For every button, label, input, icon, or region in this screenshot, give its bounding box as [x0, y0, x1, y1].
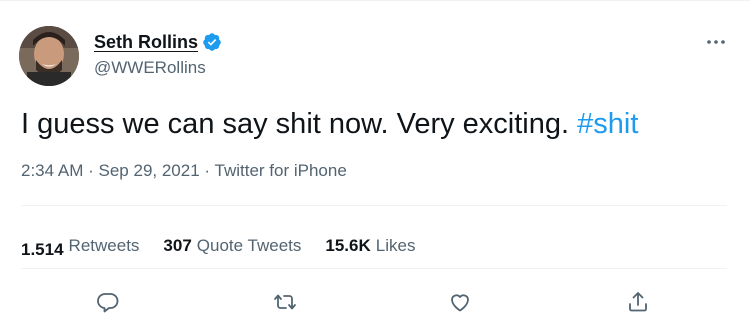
meta-separator: · — [204, 161, 211, 180]
share-button[interactable] — [620, 284, 656, 320]
retweet-icon — [274, 294, 296, 310]
more-options-button[interactable] — [703, 32, 729, 52]
reply-button[interactable] — [90, 284, 126, 320]
heart-icon — [451, 294, 469, 312]
like-button[interactable] — [442, 284, 478, 320]
likes-count: 15.6K — [325, 236, 371, 255]
author-name-row: Seth Rollins — [94, 30, 222, 54]
retweets-stat[interactable]: 1.514 Retweets — [21, 236, 140, 259]
reply-icon — [97, 293, 119, 313]
retweets-count-wrap: 1.514 — [21, 240, 64, 260]
author-display-name[interactable]: Seth Rollins — [94, 32, 198, 53]
avatar[interactable] — [19, 26, 79, 86]
quote-tweets-label: Quote Tweets — [196, 236, 302, 255]
author-handle[interactable]: @WWERollins — [94, 58, 206, 78]
quote-tweets-count: 307 — [163, 236, 192, 255]
more-horizontal-icon — [707, 40, 725, 44]
tweet-stats: 1.514 Retweets 307 Quote Tweets 15.6K Li… — [21, 226, 439, 259]
tweet-text: I guess we can say shit now. Very exciti… — [21, 106, 638, 142]
retweets-count: 1.514 — [21, 240, 64, 259]
tweet-time[interactable]: 2:34 AM — [21, 161, 83, 180]
tweet-card: Seth Rollins @WWERollins I guess we can … — [0, 0, 750, 335]
likes-stat[interactable]: 15.6K Likes — [325, 236, 415, 256]
retweets-label: Retweets — [68, 236, 140, 255]
tweet-body: I guess we can say shit now. Very exciti… — [21, 108, 570, 140]
divider — [21, 205, 727, 206]
tweet-source[interactable]: Twitter for iPhone — [215, 161, 347, 180]
quote-tweets-stat[interactable]: 307 Quote Tweets — [163, 236, 301, 256]
tweet-meta: 2:34 AM · Sep 29, 2021 · Twitter for iPh… — [21, 161, 347, 181]
likes-label: Likes — [375, 236, 416, 255]
meta-separator: · — [88, 161, 94, 180]
retweet-button[interactable] — [267, 284, 303, 320]
divider — [21, 268, 727, 269]
tweet-date[interactable]: Sep 29, 2021 — [99, 161, 200, 180]
hashtag-link[interactable]: #shit — [577, 108, 638, 140]
tweet-actions — [0, 284, 750, 320]
share-icon — [629, 292, 647, 312]
verified-badge-icon — [202, 32, 222, 52]
